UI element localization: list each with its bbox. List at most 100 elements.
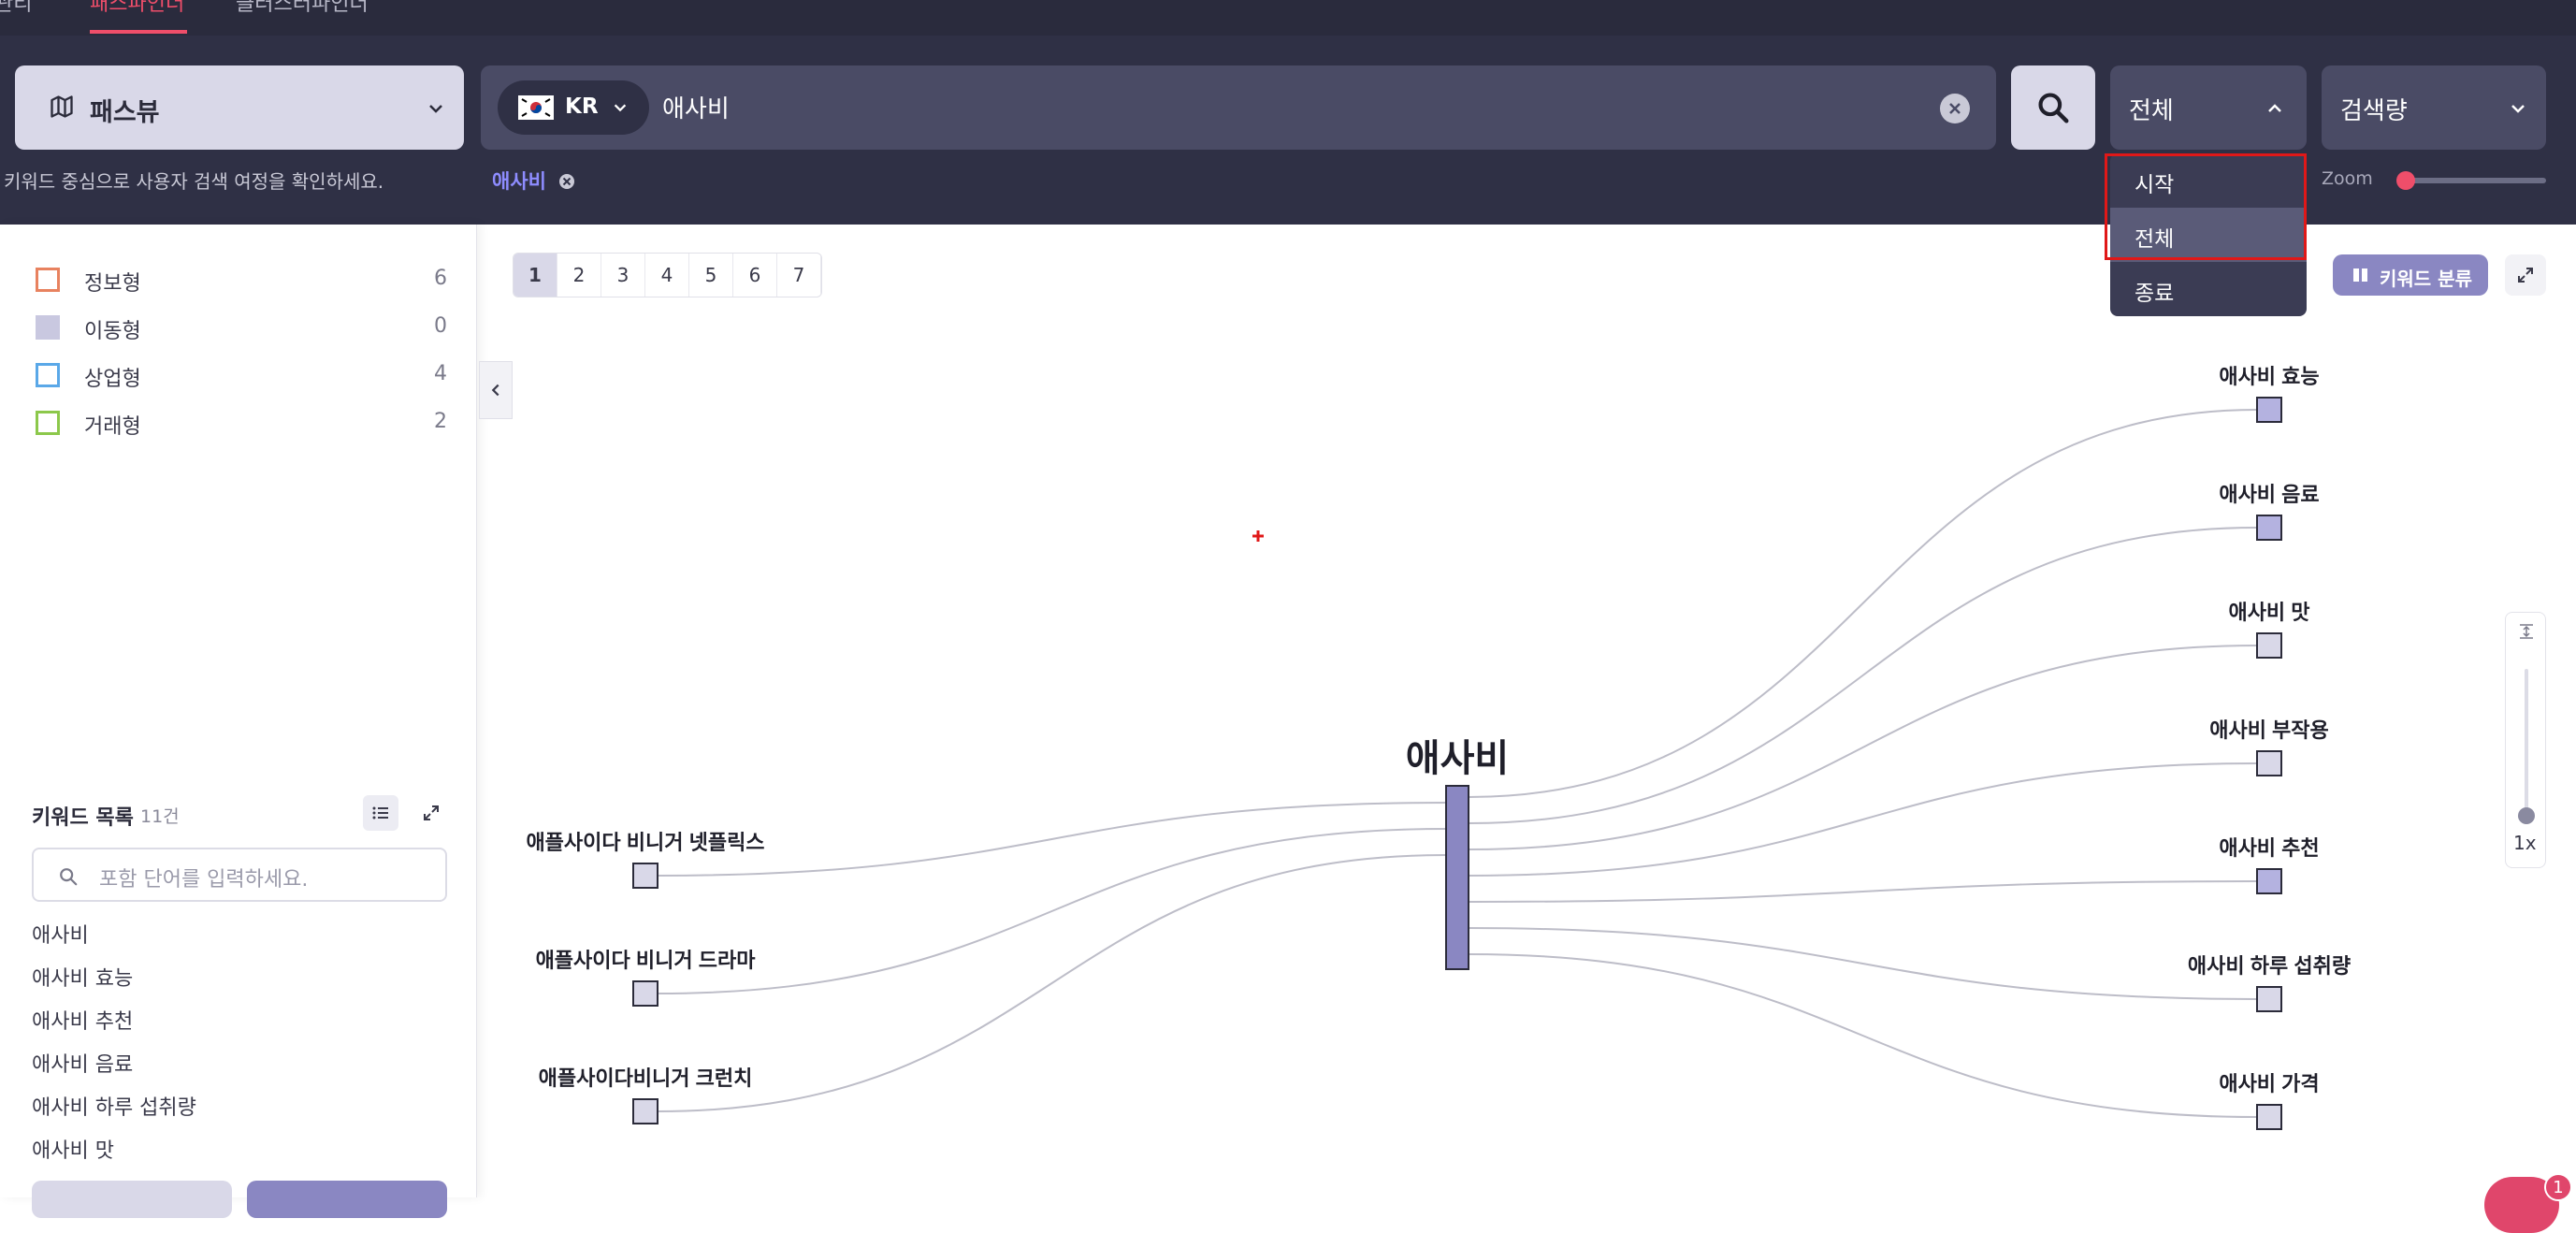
intent-count: 4: [434, 362, 447, 385]
list-view-button[interactable]: [363, 795, 398, 831]
close-icon: [1949, 103, 1961, 114]
range-select-value: 전체: [2129, 97, 2174, 125]
keyword-list-count: 11건: [140, 806, 180, 827]
country-code: KR: [565, 94, 599, 119]
target-node-label: 애사비 추천: [2219, 836, 2319, 860]
sidebar-secondary-button[interactable]: [32, 1181, 232, 1218]
top-nav: [0, 0, 2576, 36]
intent-count: 2: [434, 410, 447, 433]
intent-checkbox[interactable]: [36, 315, 60, 340]
kr-flag-icon: [518, 95, 554, 120]
intent-filter-item[interactable]: 상업형 4: [36, 361, 447, 391]
path-flow-graph: 애사비애플사이다 비니거 넷플릭스애플사이다 비니거 드라마애플사이다비니거 크…: [526, 365, 2351, 1130]
target-node[interactable]: [2256, 868, 2282, 894]
intent-filter-item[interactable]: 이동형 0: [36, 313, 447, 343]
range-select[interactable]: 전체: [2110, 65, 2307, 150]
source-node[interactable]: [632, 980, 658, 1007]
search-icon: [60, 868, 78, 886]
chevron-down-icon: [614, 104, 627, 112]
metric-select-value: 검색량: [2340, 97, 2408, 125]
map-icon: [51, 95, 73, 118]
zoom-slider-handle[interactable]: [2396, 171, 2415, 190]
intent-count: 0: [434, 314, 447, 338]
target-node-label: 애사비 하루 섭취량: [2188, 954, 2351, 978]
chip-close-icon[interactable]: [558, 173, 575, 190]
view-select-label: 패스뷰: [90, 98, 160, 127]
country-select[interactable]: KR: [498, 80, 649, 135]
expand-list-button[interactable]: [413, 795, 449, 831]
search-input[interactable]: 애사비: [662, 90, 730, 124]
target-node[interactable]: [2256, 750, 2282, 776]
flow-link: [657, 828, 1447, 994]
zoom-slider[interactable]: [2400, 178, 2546, 183]
keyword-list-item[interactable]: 애사비 효능: [32, 962, 133, 992]
keyword-list-item[interactable]: 애사비 맛: [32, 1134, 114, 1164]
target-node[interactable]: [2256, 1104, 2282, 1130]
intent-label: 상업형: [84, 368, 141, 391]
source-node-label: 애플사이다비니거 크런치: [539, 1066, 753, 1090]
keyword-list-item[interactable]: 애사비 음료: [32, 1048, 133, 1078]
range-option[interactable]: 종료: [2110, 262, 2307, 316]
target-node-label: 애사비 부작용: [2209, 718, 2329, 742]
chevron-up-icon: [2268, 104, 2281, 112]
intent-checkbox[interactable]: [36, 411, 60, 435]
keyword-filter-placeholder: 포함 단어를 입력하세요.: [99, 868, 309, 892]
center-node-label: 애사비: [1406, 738, 1509, 779]
vertical-zoom-track[interactable]: [2525, 669, 2528, 815]
tab-pathfinder[interactable]: 패스파인더: [90, 0, 184, 17]
target-node-label: 애사비 가격: [2219, 1072, 2319, 1095]
intent-label: 거래형: [84, 415, 141, 439]
tab-clusterfinder[interactable]: 클러스터파인더: [236, 0, 369, 17]
keyword-chip-label: 애사비: [492, 170, 546, 193]
keyword-chip[interactable]: 애사비: [492, 167, 575, 195]
target-node-label: 애사비 음료: [2219, 483, 2319, 506]
vertical-zoom-handle[interactable]: [2518, 807, 2535, 824]
view-select[interactable]: 패스뷰: [15, 65, 464, 150]
source-node-label: 애플사이다 비니거 드라마: [536, 949, 757, 972]
target-node[interactable]: [2256, 397, 2282, 423]
clear-search-button[interactable]: [1940, 94, 1970, 123]
source-node-label: 애플사이다 비니거 넷플릭스: [526, 831, 764, 854]
target-node[interactable]: [2256, 515, 2282, 541]
cursor-marker-icon: [1252, 530, 1264, 542]
intent-checkbox[interactable]: [36, 268, 60, 292]
search-button[interactable]: [2011, 65, 2095, 150]
tab-manage[interactable]: 관리: [0, 0, 32, 17]
intent-count: 6: [434, 267, 447, 290]
target-node[interactable]: [2256, 632, 2282, 659]
keyword-list-title: 키워드 목록: [32, 806, 134, 830]
keyword-list-item[interactable]: 애사비 추천: [32, 1005, 133, 1035]
keyword-filter-input[interactable]: 포함 단어를 입력하세요.: [32, 848, 447, 902]
intent-label: 정보형: [84, 272, 141, 296]
search-icon: [2038, 93, 2069, 123]
flow-link: [1468, 880, 2258, 903]
vertical-zoom-control: 1x: [2505, 612, 2546, 868]
source-node[interactable]: [632, 863, 658, 889]
flow-link: [1468, 409, 2258, 798]
source-node[interactable]: [632, 1098, 658, 1124]
target-node-label: 애사비 효능: [2219, 365, 2319, 388]
expand-icon: [424, 805, 439, 820]
hint-text: 키워드 중심으로 사용자 검색 여정을 확인하세요.: [4, 170, 384, 193]
metric-select[interactable]: 검색량: [2322, 65, 2546, 150]
intent-checkbox[interactable]: [36, 363, 60, 387]
dropdown-highlight-box: [2105, 153, 2307, 260]
keyword-list-item[interactable]: 애사비: [32, 919, 89, 949]
target-node[interactable]: [2256, 986, 2282, 1012]
intent-filter-item[interactable]: 거래형 2: [36, 409, 447, 439]
center-node[interactable]: [1445, 785, 1469, 970]
fit-height-icon[interactable]: [2517, 622, 2536, 641]
vertical-zoom-value: 1x: [2513, 832, 2537, 854]
flow-link: [1468, 527, 2258, 824]
flow-link: [1468, 927, 2258, 1000]
flow-link: [1468, 762, 2258, 877]
keyword-list-item[interactable]: 애사비 하루 섭취량: [32, 1091, 196, 1121]
chevron-down-icon: [429, 105, 442, 113]
zoom-label: Zoom: [2322, 168, 2373, 189]
chevron-down-icon: [2511, 105, 2525, 113]
list-icon: [372, 806, 388, 820]
active-tab-indicator: [90, 30, 187, 34]
intent-label: 이동형: [84, 320, 141, 343]
sidebar-primary-button[interactable]: [247, 1181, 447, 1218]
intent-filter-item[interactable]: 정보형 6: [36, 266, 447, 296]
